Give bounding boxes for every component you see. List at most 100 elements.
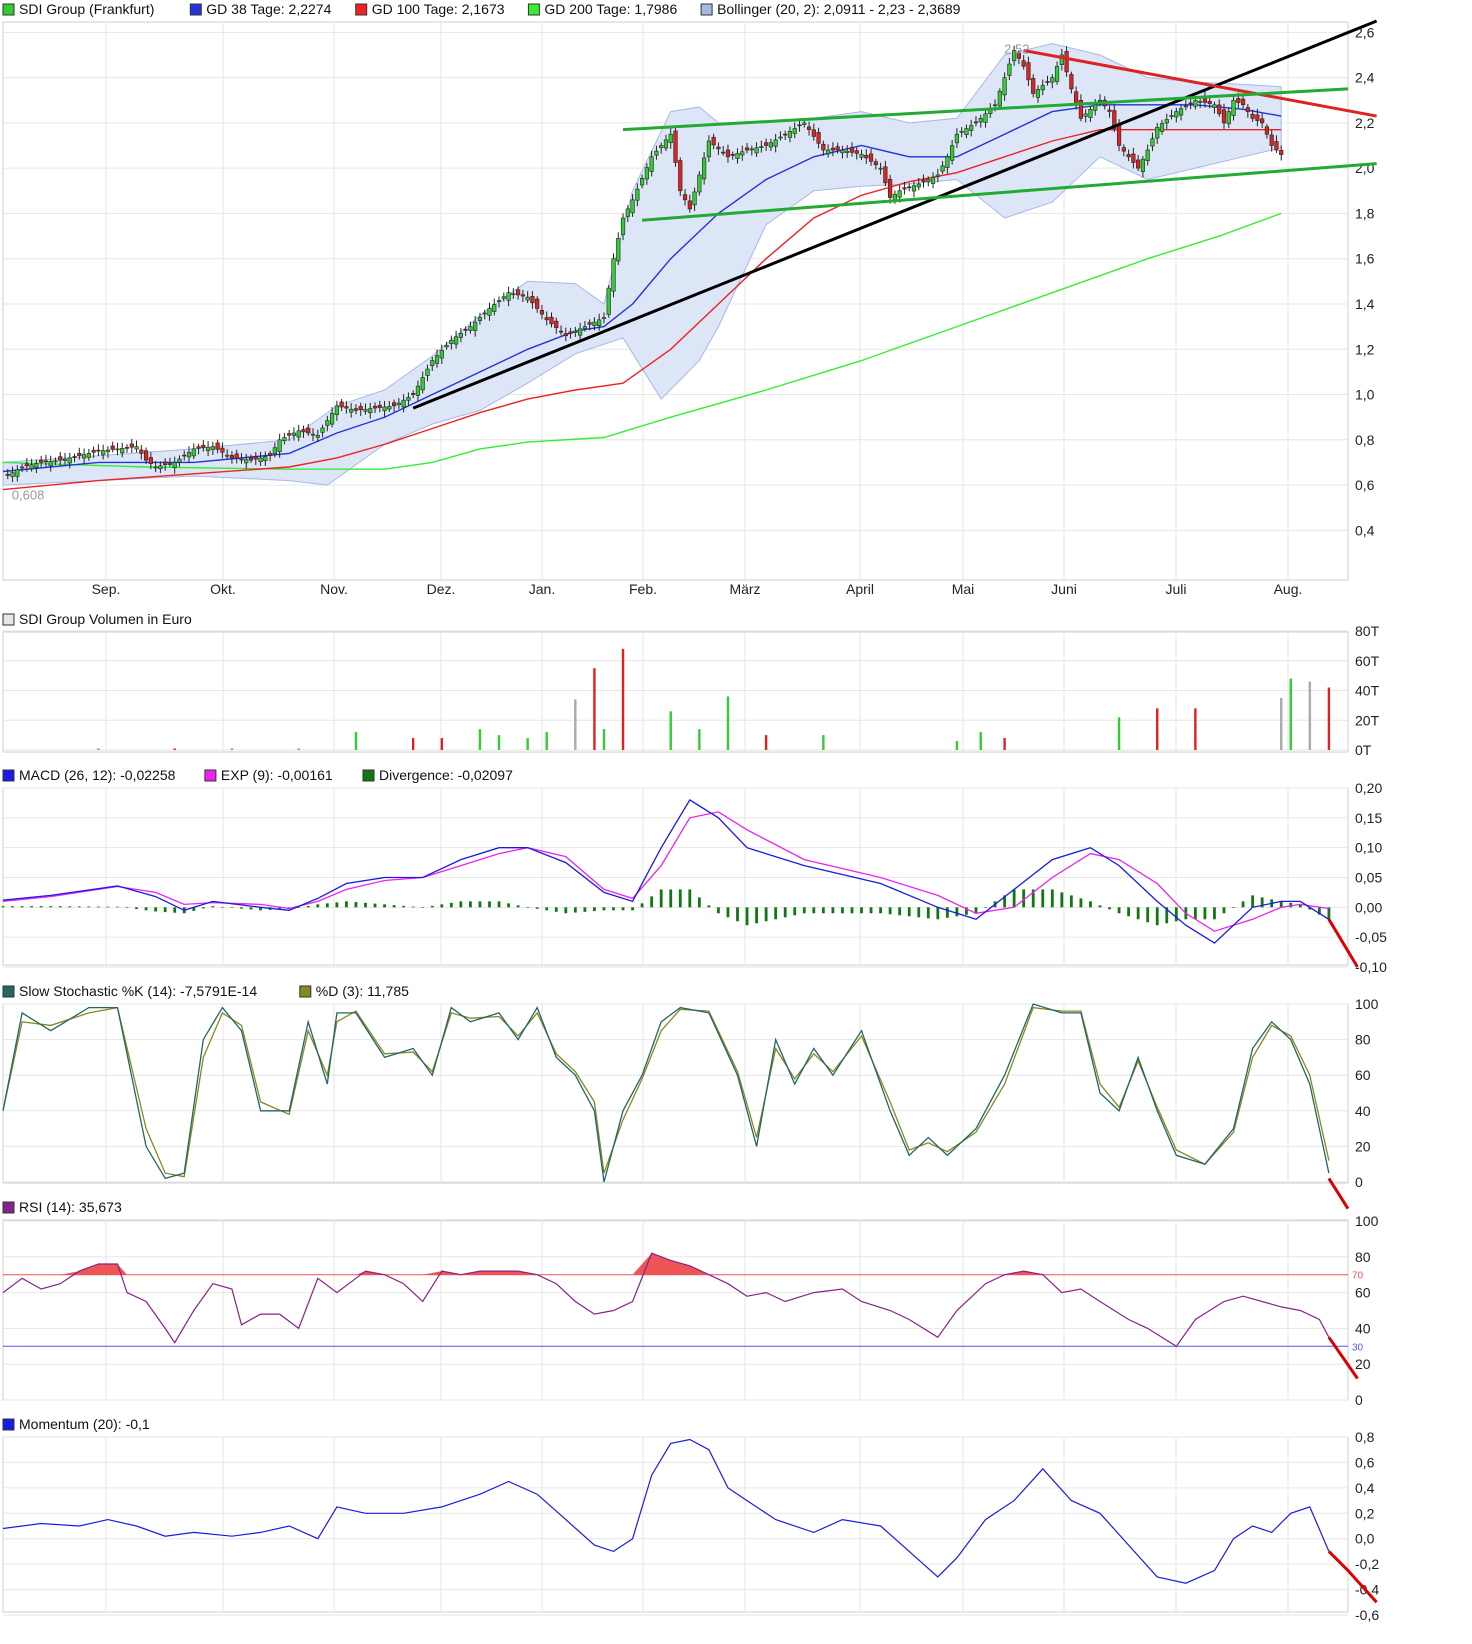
- candle-body: [573, 330, 578, 333]
- candle-body: [411, 393, 416, 395]
- divergence-bar: [650, 896, 654, 908]
- divergence-bar: [1251, 895, 1255, 908]
- volume-bar: [497, 735, 501, 750]
- divergence-bar: [1222, 907, 1226, 914]
- divergence-bar: [68, 906, 72, 908]
- volume-bar: [1156, 708, 1159, 750]
- legend-square-icon: [2, 1201, 15, 1214]
- candle-body: [1040, 85, 1045, 91]
- candle-body: [458, 333, 463, 338]
- candle-body: [1145, 149, 1150, 162]
- candle-body: [902, 187, 907, 190]
- divergence-bar: [1098, 905, 1102, 908]
- candle-body: [101, 450, 106, 456]
- legend-label: Bollinger (20, 2): 2,0911 - 2,23 - 2,368…: [717, 1, 961, 17]
- candle-body: [1198, 101, 1203, 103]
- divergence-bar: [678, 889, 682, 908]
- divergence-bar: [1136, 907, 1140, 920]
- divergence-bar: [383, 904, 386, 908]
- candle-body: [764, 142, 769, 146]
- divergence-bar: [1012, 889, 1016, 908]
- candle-body: [186, 451, 192, 458]
- divergence-bar: [469, 901, 472, 908]
- volume-bar: [1003, 738, 1006, 750]
- divergence-bar: [125, 907, 129, 908]
- candle-body: [706, 140, 711, 158]
- candle-body: [401, 399, 406, 408]
- divergence-bar: [659, 889, 663, 908]
- divergence-bar: [220, 906, 224, 908]
- y-tick-label: 20: [1355, 1138, 1371, 1154]
- divergence-bar: [907, 907, 911, 917]
- volume-bar: [955, 741, 959, 750]
- candle-body: [740, 151, 745, 156]
- divergence-bar: [821, 907, 825, 914]
- candle-body: [759, 146, 764, 148]
- candle-body: [282, 437, 287, 442]
- candle-body: [544, 317, 549, 321]
- divergence-bar: [621, 907, 625, 911]
- candle-body: [1245, 107, 1250, 112]
- candle-body: [1069, 74, 1074, 90]
- candle-body: [134, 446, 139, 450]
- candle-body: [973, 121, 979, 124]
- legend-square-icon: [527, 3, 540, 16]
- legend-label: EXP (9): -0,00161: [221, 767, 333, 783]
- candle-body: [258, 457, 263, 462]
- divergence-bar: [478, 901, 482, 908]
- candle-body: [535, 298, 540, 309]
- candle-body: [606, 287, 611, 315]
- candle-body: [911, 185, 917, 192]
- divergence-bar: [593, 907, 596, 912]
- divergence-bar: [573, 907, 577, 913]
- divergence-bar: [39, 906, 43, 908]
- legend-label: SDI Group (Frankfurt): [19, 1, 154, 17]
- candle-body: [86, 453, 91, 458]
- divergence-bar: [144, 907, 148, 911]
- divergence-bar: [440, 904, 444, 908]
- divergence-bar: [421, 907, 425, 908]
- candle-body: [363, 408, 368, 412]
- x-tick-label: Mai: [952, 581, 975, 597]
- candle-body: [601, 317, 607, 319]
- candle-body: [1126, 154, 1131, 158]
- candle-body: [859, 154, 864, 158]
- candle-body: [1045, 81, 1050, 83]
- candle-body: [611, 258, 616, 292]
- candle-body: [1269, 134, 1274, 146]
- legend-square-icon: [204, 769, 217, 782]
- divergence-bar: [240, 907, 243, 909]
- candle-body: [969, 125, 974, 131]
- candle-body: [201, 444, 206, 449]
- candle-body: [954, 133, 960, 144]
- candle-body: [578, 328, 583, 336]
- divergence-bar: [173, 907, 177, 913]
- candle-body: [387, 406, 392, 410]
- candle-body: [964, 128, 969, 136]
- candle-body: [320, 427, 325, 433]
- candle-body: [926, 179, 931, 182]
- candle-body: [1116, 124, 1122, 146]
- y-tick-label: 2,4: [1355, 70, 1375, 86]
- divergence-bar: [898, 907, 902, 916]
- volume-bar: [97, 748, 100, 750]
- y-tick-label: -0,05: [1355, 929, 1387, 945]
- x-tick-label: Nov.: [320, 581, 348, 597]
- candle-body: [191, 448, 196, 457]
- candle-body: [663, 139, 669, 149]
- candle-body: [482, 312, 487, 315]
- divergence-bar: [1213, 907, 1216, 920]
- candle-body: [878, 167, 883, 170]
- candle-body: [196, 446, 201, 449]
- candle-body: [945, 156, 950, 168]
- candle-body: [563, 333, 568, 336]
- divergence-bar: [507, 903, 510, 908]
- y-tick-label: 1,8: [1355, 205, 1375, 221]
- legend-label: Slow Stochastic %K (14): -7,5791E-14: [19, 983, 257, 999]
- divergence-bar: [335, 902, 339, 908]
- y-tick-label: 0,15: [1355, 810, 1382, 826]
- candle-body: [735, 153, 740, 159]
- y-tick-label: 0,6: [1355, 1454, 1375, 1470]
- candle-body: [883, 166, 888, 184]
- legend-label: GD 38 Tage: 2,2274: [206, 1, 331, 17]
